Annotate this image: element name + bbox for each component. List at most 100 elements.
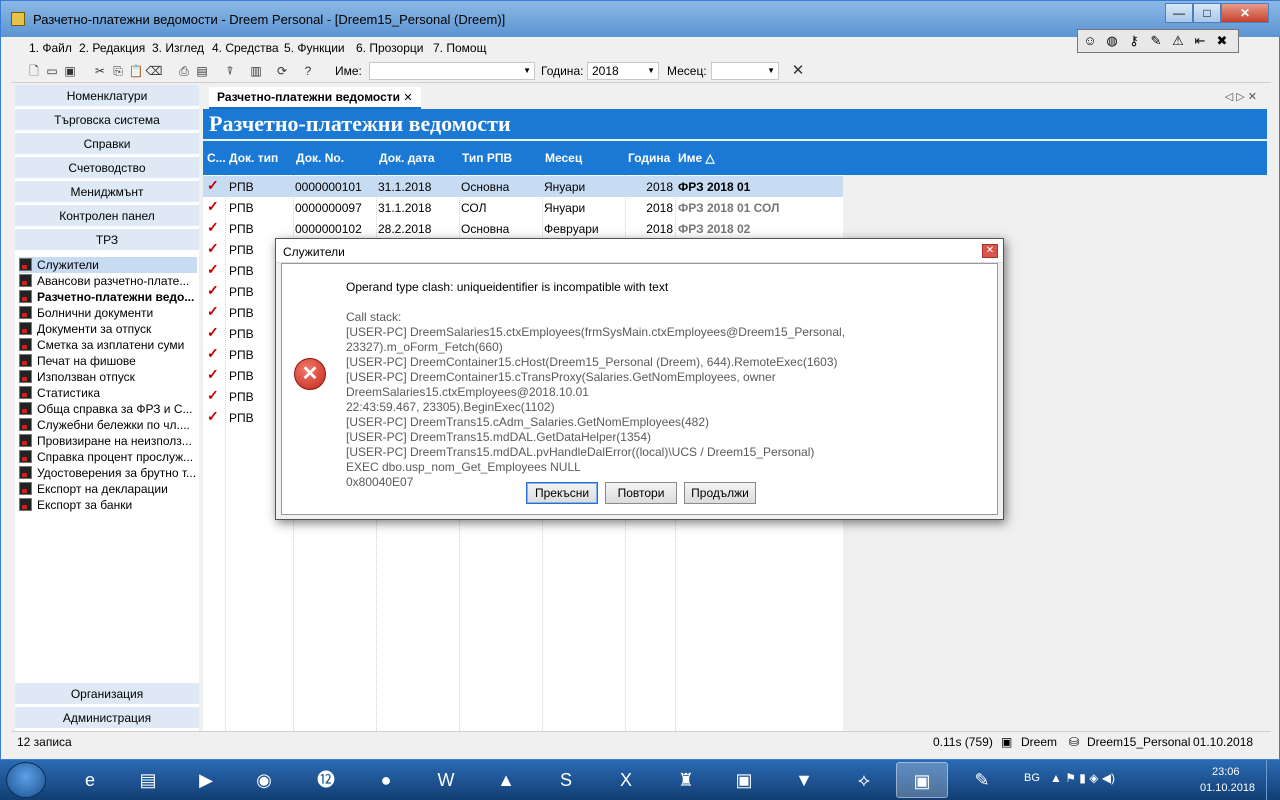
column-header[interactable]: Име △ (678, 151, 715, 165)
app-tower-icon[interactable]: ♜ (660, 762, 712, 798)
check-icon[interactable]: ✓ (207, 261, 219, 278)
tab-nav-icons[interactable]: ◁ ▷ ✕ (1225, 90, 1257, 103)
paste-icon[interactable]: 📋 (127, 62, 145, 80)
sidebar-item[interactable]: Авансови разчетно-плате... (19, 273, 197, 289)
tray-icons[interactable]: ▲ ⚑ ▮ ◈ ◀) (1050, 771, 1115, 785)
new-icon[interactable]: 🗋 (25, 62, 43, 80)
keys-icon[interactable]: ⚷ (1124, 32, 1144, 50)
ie-icon[interactable]: e (64, 762, 116, 798)
app-v-icon[interactable]: ▼ (778, 762, 830, 798)
app-12-icon[interactable]: ⓬ (300, 762, 352, 798)
pen-icon[interactable]: ✎ (1146, 32, 1166, 50)
start-button[interactable] (6, 762, 46, 798)
sidebar-management[interactable]: Мениджмънт (15, 181, 199, 203)
preview-icon[interactable]: ▤ (193, 62, 211, 80)
check-icon[interactable]: ✓ (207, 177, 219, 194)
dialog-close-icon[interactable]: ✕ (982, 244, 998, 258)
column-header[interactable]: С... (207, 151, 226, 165)
explorer-icon[interactable]: ▤ (122, 762, 174, 798)
sidebar-payroll[interactable]: ТРЗ (15, 229, 199, 251)
users-icon[interactable]: ☺ (1080, 32, 1100, 50)
check-icon[interactable]: ✓ (207, 324, 219, 341)
menu-tools[interactable]: 4. Средства (212, 41, 279, 55)
copy-icon[interactable]: ⎘ (109, 62, 127, 80)
alert-icon[interactable]: ⚠ (1168, 32, 1188, 50)
app-s-icon[interactable]: S (540, 762, 592, 798)
column-header[interactable]: Док. дата (379, 151, 435, 165)
print-icon[interactable]: ⎙ (175, 62, 193, 80)
name-combo[interactable]: ▼ (369, 62, 535, 80)
refresh-icon[interactable]: ⟳ (273, 62, 291, 80)
check-icon[interactable]: ✓ (207, 345, 219, 362)
word-icon[interactable]: W (420, 762, 472, 798)
dialog-title-bar[interactable]: Служители ✕ (276, 239, 1003, 263)
month-combo[interactable]: ▼ (711, 62, 779, 80)
column-header[interactable]: Тип РПВ (462, 151, 512, 165)
erase-icon[interactable]: ⌫ (145, 62, 163, 80)
dreem-active-icon[interactable]: ▣ (896, 762, 948, 798)
continue-button[interactable]: Продължи (684, 482, 756, 504)
menu-edit[interactable]: 2. Редакция (79, 41, 145, 55)
sidebar-item[interactable]: Служители (19, 257, 197, 273)
sidebar-control-panel[interactable]: Контролен панел (15, 205, 199, 227)
filter-icon[interactable]: ⍒ (221, 62, 239, 80)
table-row[interactable]: ✓ РПВ 0000000097 31.1.2018 СОЛ Януари 2018 ФРЗ … (203, 197, 843, 218)
sidebar-organization[interactable]: Организация (15, 683, 199, 705)
column-header[interactable]: Месец (545, 151, 582, 165)
cut-icon[interactable]: ✂ (91, 62, 109, 80)
layout-icon[interactable]: ▥ (247, 62, 265, 80)
check-icon[interactable]: ✓ (207, 303, 219, 320)
check-icon[interactable]: ✓ (207, 387, 219, 404)
sidebar-item[interactable]: Справка процент прослуж... (19, 449, 197, 465)
abort-button[interactable]: Прекъсни (526, 482, 598, 504)
table-row[interactable]: ✓ РПВ 0000000102 28.2.2018 Основна Февруари 20… (203, 218, 843, 239)
app-icon[interactable]: ● (360, 762, 412, 798)
sidebar-nomenclatures[interactable]: Номенклатури (15, 85, 199, 107)
sidebar-trade[interactable]: Търговска система (15, 109, 199, 131)
maximize-button[interactable]: □ (1193, 3, 1221, 23)
save-icon[interactable]: ▣ (61, 62, 79, 80)
firefox-icon[interactable]: ◉ (238, 762, 290, 798)
check-icon[interactable]: ✓ (207, 240, 219, 257)
table-row[interactable]: ✓ РПВ 0000000101 31.1.2018 Основна Януари 2018… (203, 176, 843, 197)
year-combo[interactable]: 2018 ▼ (587, 62, 659, 80)
media-player-icon[interactable]: ▶ (180, 762, 232, 798)
menu-windows[interactable]: 6. Прозорци (356, 41, 423, 55)
open-icon[interactable]: ▭ (43, 62, 61, 80)
column-header[interactable]: Док. No. (296, 151, 344, 165)
menu-view[interactable]: 3. Изглед (152, 41, 204, 55)
tab-payroll-sheets[interactable]: Разчетно-платежни ведомости ✕ (209, 87, 421, 109)
sidebar-accounting[interactable]: Счетоводство (15, 157, 199, 179)
close-button[interactable]: ✕ (1221, 3, 1269, 23)
sidebar-item[interactable]: Удостоверения за брутно т... (19, 465, 197, 481)
sidebar-item[interactable]: Статистика (19, 385, 197, 401)
menu-functions[interactable]: 5. Функции (284, 41, 345, 55)
exit-icon[interactable]: ⇤ (1190, 32, 1210, 50)
retry-button[interactable]: Повтори (605, 482, 677, 504)
check-icon[interactable]: ✓ (207, 408, 219, 425)
sidebar-item[interactable]: Сметка за изплатени суми (19, 337, 197, 353)
menu-help[interactable]: 7. Помощ (433, 41, 486, 55)
clock-time[interactable]: 23:06 (1212, 766, 1240, 778)
sidebar-item[interactable]: Разчетно-платежни ведо... (19, 289, 197, 305)
close-all-icon[interactable]: ✖ (1212, 32, 1232, 50)
sidebar-item[interactable]: Експорт на декларации (19, 481, 197, 497)
app-icon[interactable] (11, 12, 25, 26)
minimize-button[interactable]: — (1165, 3, 1193, 23)
sidebar-administration[interactable]: Администрация (15, 707, 199, 729)
sidebar-item[interactable]: Провизиране на неизполз... (19, 433, 197, 449)
sidebar-item[interactable]: Обща справка за ФРЗ и С... (19, 401, 197, 417)
sidebar-item[interactable]: Използван отпуск (19, 369, 197, 385)
sidebar-item[interactable]: Печат на фишове (19, 353, 197, 369)
check-icon[interactable]: ✓ (207, 282, 219, 299)
check-icon[interactable]: ✓ (207, 219, 219, 236)
menu-file[interactable]: 1. Файл (29, 41, 72, 55)
sidebar-item[interactable]: Служебни бележки по чл.... (19, 417, 197, 433)
excel-icon[interactable]: X (600, 762, 652, 798)
check-icon[interactable]: ✓ (207, 366, 219, 383)
globe-icon[interactable]: ◍ (1102, 32, 1122, 50)
paint-icon[interactable]: ✎ (956, 762, 1008, 798)
tab-close-icon[interactable]: ✕ (403, 92, 412, 104)
dreem-icon[interactable]: ▣ (718, 762, 770, 798)
language-indicator[interactable]: BG (1024, 772, 1040, 784)
